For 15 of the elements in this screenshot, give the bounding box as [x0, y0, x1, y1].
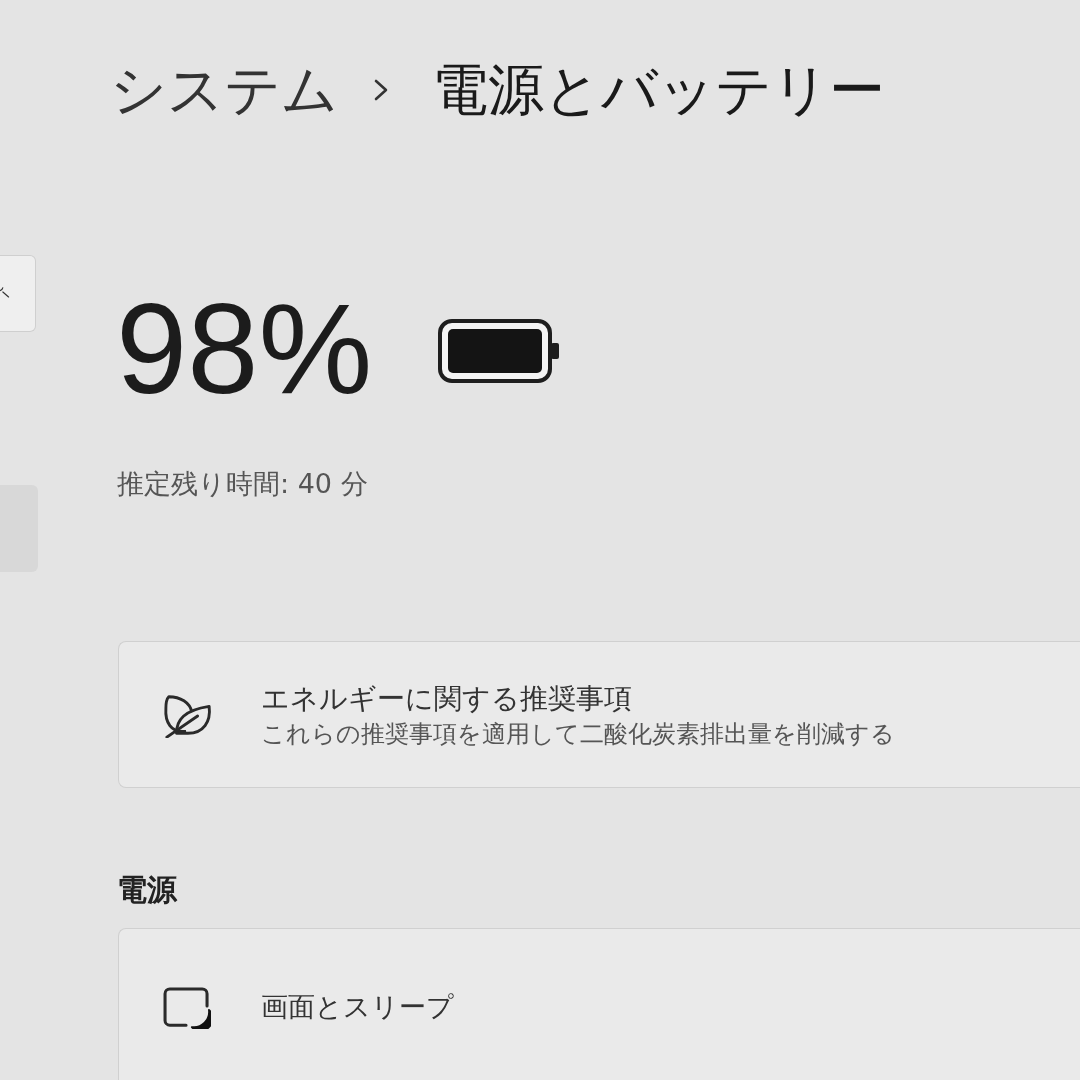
- chevron-icon: [374, 79, 388, 101]
- settings-card[interactable]: 画面とスリープ: [118, 928, 1080, 1080]
- search-icon: [0, 286, 10, 298]
- section-heading: 電源: [117, 871, 177, 910]
- remaining-time-text: 推定残り時間: 40 分: [117, 467, 368, 501]
- recommendation-card[interactable]: エネルギーに関する推奨事項 これらの推奨事項を適用して二酸化炭素排出量を削減する: [118, 641, 1080, 789]
- card-title: エネルギーに関する推奨事項: [261, 680, 632, 717]
- battery-percentage: 98%: [116, 284, 373, 414]
- battery-icon: [438, 319, 561, 383]
- card-description: これらの推奨事項を適用して二酸化炭素排出量を削減する: [261, 718, 895, 750]
- breadcrumb-item: 電源とバッテリー: [432, 56, 885, 124]
- breadcrumb-item[interactable]: システム: [110, 52, 338, 128]
- item-label: 画面とスリープ: [261, 990, 454, 1025]
- search-field[interactable]: [0, 255, 36, 332]
- screen-moon-icon: [163, 987, 211, 1030]
